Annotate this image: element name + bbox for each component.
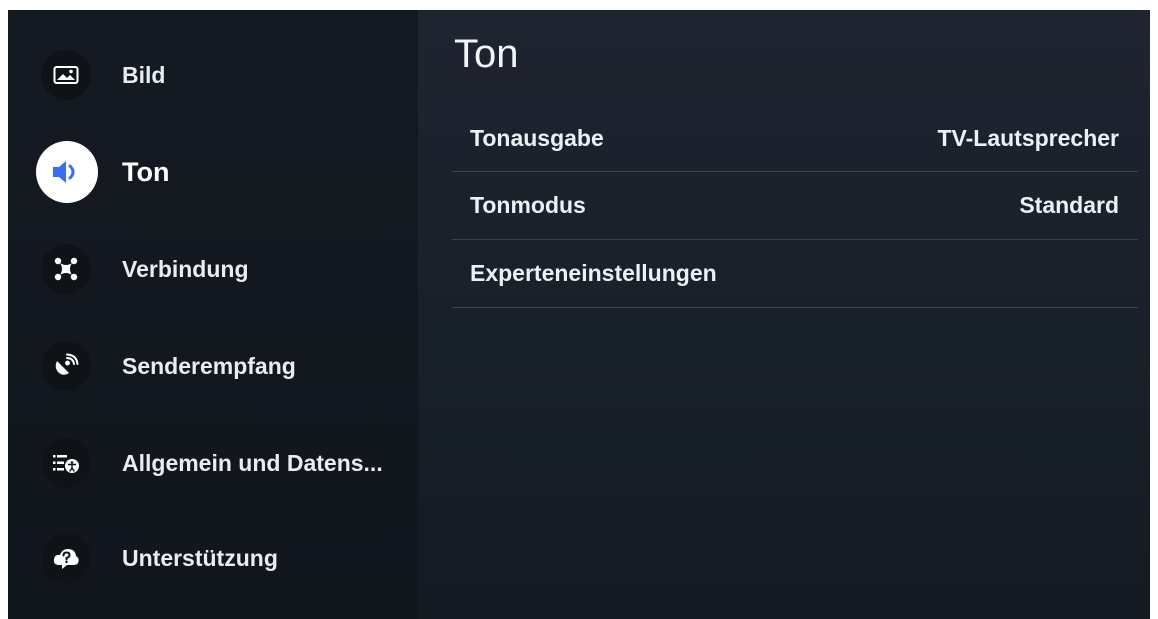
setting-name: Experteneinstellungen	[470, 260, 717, 286]
speaker-icon	[36, 141, 98, 203]
sidebar-item-label: Senderempfang	[122, 352, 296, 379]
tv-settings-screen: Bild Ton Verbindung Senderempfang Allgem…	[8, 10, 1150, 619]
settings-list: Tonausgabe TV-Lautsprecher Tonmodus Stan…	[452, 106, 1138, 308]
sidebar-item-unterstuetzung[interactable]: Unterstützung	[8, 518, 418, 598]
picture-icon	[41, 50, 91, 100]
sidebar-item-verbindung[interactable]: Verbindung	[8, 229, 418, 309]
sidebar-item-ton[interactable]: Ton	[8, 132, 418, 212]
settings-sidebar: Bild Ton Verbindung Senderempfang Allgem…	[8, 10, 418, 619]
settings-main-panel: Ton Tonausgabe TV-Lautsprecher Tonmodus …	[418, 10, 1150, 619]
sidebar-item-label: Verbindung	[122, 255, 249, 282]
sidebar-item-label: Ton	[122, 156, 170, 187]
setting-tonausgabe[interactable]: Tonausgabe TV-Lautsprecher	[452, 106, 1138, 172]
page-title: Ton	[454, 32, 519, 76]
network-icon	[41, 244, 91, 294]
sidebar-item-label: Allgemein und Datens...	[122, 449, 383, 476]
setting-experteneinstellungen[interactable]: Experteneinstellungen	[452, 240, 1138, 308]
accessibility-list-icon	[41, 438, 91, 488]
setting-value: Standard	[1019, 192, 1119, 218]
sidebar-item-label: Unterstützung	[122, 544, 278, 571]
sidebar-item-allgemein[interactable]: Allgemein und Datens...	[8, 423, 418, 503]
sidebar-item-label: Bild	[122, 61, 166, 88]
setting-tonmodus[interactable]: Tonmodus Standard	[452, 172, 1138, 240]
sidebar-item-senderempfang[interactable]: Senderempfang	[8, 326, 418, 406]
setting-name: Tonausgabe	[470, 125, 604, 151]
sidebar-item-bild[interactable]: Bild	[8, 35, 418, 115]
help-cloud-icon	[41, 533, 91, 583]
setting-value: TV-Lautsprecher	[937, 125, 1120, 151]
setting-name: Tonmodus	[470, 192, 586, 218]
satellite-dish-icon	[41, 341, 91, 391]
